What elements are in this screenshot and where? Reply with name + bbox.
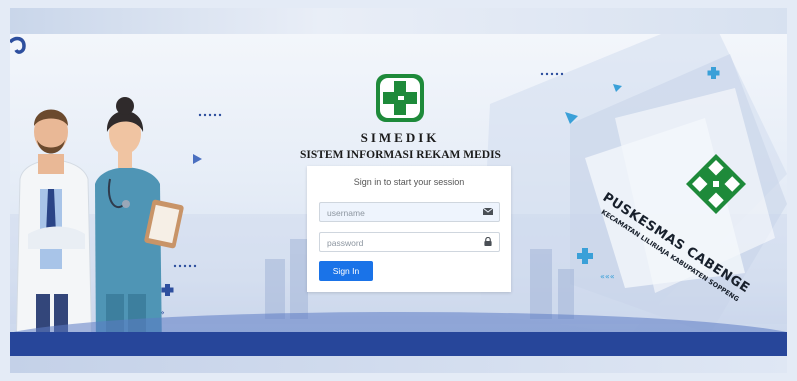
app-name: SIMEDIK: [360, 130, 440, 145]
bottom-banner-strip: [10, 356, 787, 373]
password-input[interactable]: [320, 235, 477, 251]
password-field[interactable]: [319, 232, 500, 252]
username-input[interactable]: [320, 205, 477, 221]
lock-icon: [484, 237, 492, 246]
login-message: Sign in to start your session: [353, 177, 465, 187]
app-subtitle: SISTEM INFORMASI REKAM MEDIS: [300, 149, 501, 161]
wave-footer: [10, 332, 787, 356]
brand-header: SIMEDIK SISTEM INFORMASI REKAM MEDIS: [300, 38, 501, 161]
username-field[interactable]: [319, 202, 500, 222]
envelope-icon: [483, 207, 493, 215]
top-banner-strip: [10, 8, 787, 34]
kemenkes-logo-icon: [374, 72, 426, 124]
sign-in-button[interactable]: Sign In: [319, 261, 373, 281]
puskesmas-logo-icon: [686, 154, 746, 214]
doctor-nurse-illustration: [15, 97, 184, 356]
login-card: Sign in to start your session Sign In: [307, 166, 511, 292]
